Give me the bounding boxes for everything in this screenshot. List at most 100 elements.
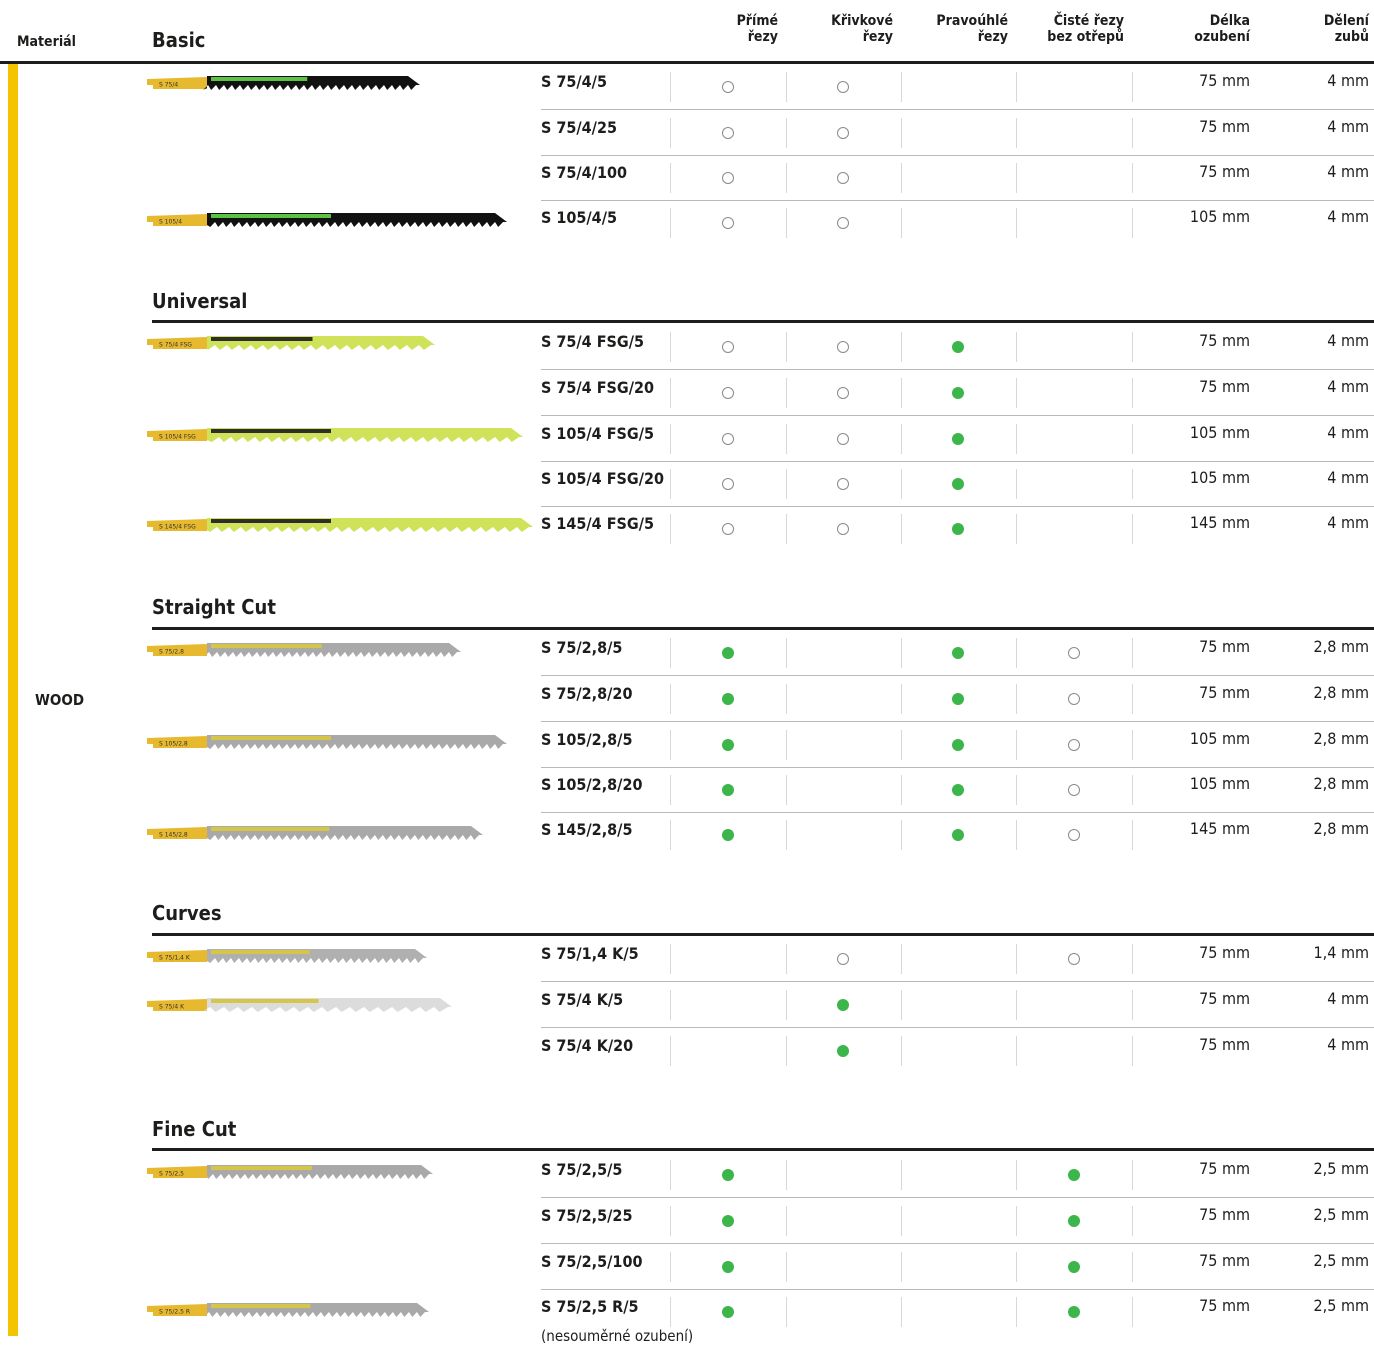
tooth-length-value: 75 mm <box>1199 637 1250 656</box>
column-divider <box>901 820 902 850</box>
row-separator <box>541 812 1374 813</box>
column-divider <box>670 684 671 714</box>
column-divider <box>901 208 902 238</box>
blade-code: S 75/4 FSG/5 <box>541 332 644 351</box>
blade-code: S 75/4 K/20 <box>541 1036 634 1055</box>
tooth-length-value: 75 mm <box>1199 1159 1250 1178</box>
column-divider <box>670 1252 671 1282</box>
column-divider <box>1132 1206 1133 1236</box>
group-rule <box>152 1148 1374 1151</box>
optional-circle-icon <box>722 523 734 535</box>
column-header-straight-cuts: Přímé řezy <box>737 13 778 45</box>
tooth-length-value: 105 mm <box>1189 207 1250 226</box>
column-divider <box>1132 1036 1133 1066</box>
tooth-pitch-value: 1,4 mm <box>1313 943 1370 962</box>
column-divider <box>1016 1206 1017 1236</box>
recommended-dot-icon <box>837 999 849 1011</box>
tooth-length-value: 105 mm <box>1189 729 1250 748</box>
column-divider <box>670 944 671 974</box>
row-separator <box>541 1197 1374 1198</box>
column-divider <box>1016 1252 1017 1282</box>
tooth-pitch-value: 2,8 mm <box>1313 637 1370 656</box>
column-divider <box>1016 118 1017 148</box>
column-divider <box>786 775 787 805</box>
column-divider <box>901 775 902 805</box>
header-line: Čisté řezy <box>1053 13 1124 29</box>
column-divider <box>1016 163 1017 193</box>
blade-code: S 75/4/100 <box>541 163 627 182</box>
tooth-pitch-value: 2,8 mm <box>1313 819 1370 838</box>
column-divider <box>901 424 902 454</box>
tooth-length-value: 75 mm <box>1199 1296 1250 1315</box>
column-divider <box>670 730 671 760</box>
column-divider <box>786 72 787 102</box>
column-divider <box>670 424 671 454</box>
blade-shank-label: S 75/4 FSG <box>159 342 192 349</box>
group-title-straight-cut: Straight Cut <box>152 595 276 619</box>
row-separator <box>541 155 1374 156</box>
blade-code: S 75/2,5/100 <box>541 1252 643 1271</box>
blade-shank-label: S 75/2,5 <box>159 1171 184 1178</box>
row-separator <box>541 200 1374 201</box>
header-line: Přímé <box>736 13 778 29</box>
recommended-dot-icon <box>952 523 964 535</box>
column-divider <box>786 1206 787 1236</box>
column-divider <box>786 1036 787 1066</box>
optional-circle-icon <box>837 953 849 965</box>
column-divider <box>901 163 902 193</box>
optional-circle-icon <box>837 81 849 93</box>
group-rule <box>152 320 1374 323</box>
tooth-pitch-value: 2,8 mm <box>1313 729 1370 748</box>
blade-code: S 75/2,8/20 <box>541 684 633 703</box>
column-divider <box>901 118 902 148</box>
column-divider <box>901 1160 902 1190</box>
recommended-dot-icon <box>722 1215 734 1227</box>
column-divider <box>901 638 902 668</box>
column-divider <box>1132 730 1133 760</box>
header-line: řezy <box>862 29 893 45</box>
column-divider <box>1016 469 1017 499</box>
column-divider <box>1132 775 1133 805</box>
tooth-pitch-value: 4 mm <box>1327 989 1369 1008</box>
column-divider <box>901 378 902 408</box>
saw-blade-image: S 105/4 <box>145 210 511 232</box>
optional-circle-icon <box>722 172 734 184</box>
row-separator <box>541 1243 1374 1244</box>
saw-blade-image: S 75/2,8 <box>145 640 465 662</box>
optional-circle-icon <box>1068 693 1080 705</box>
blade-shank-label: S 75/4 K <box>159 1004 185 1011</box>
column-divider <box>1016 72 1017 102</box>
tooth-pitch-value: 4 mm <box>1327 162 1369 181</box>
header-line: ozubení <box>1194 29 1250 45</box>
tooth-pitch-value: 4 mm <box>1327 117 1369 136</box>
column-divider <box>901 469 902 499</box>
blade-code: S 105/2,8/5 <box>541 730 633 749</box>
optional-circle-icon <box>722 478 734 490</box>
optional-circle-icon <box>1068 953 1080 965</box>
optional-circle-icon <box>722 217 734 229</box>
blade-code: S 75/4/25 <box>541 118 617 137</box>
recommended-dot-icon <box>1068 1215 1080 1227</box>
column-divider <box>901 1297 902 1327</box>
column-divider <box>786 684 787 714</box>
saw-blade-image: S 105/4 FSG <box>145 425 527 447</box>
row-separator <box>541 369 1374 370</box>
blade-code: S 105/2,8/20 <box>541 775 643 794</box>
tooth-length-value: 75 mm <box>1199 1035 1250 1054</box>
column-divider <box>1132 1252 1133 1282</box>
tooth-length-value: 75 mm <box>1199 71 1250 90</box>
optional-circle-icon <box>1068 784 1080 796</box>
optional-circle-icon <box>837 127 849 139</box>
optional-circle-icon <box>837 433 849 445</box>
column-divider <box>1132 1297 1133 1327</box>
tooth-pitch-value: 4 mm <box>1327 513 1369 532</box>
column-divider <box>670 72 671 102</box>
recommended-dot-icon <box>722 739 734 751</box>
column-divider <box>670 1206 671 1236</box>
column-divider <box>786 944 787 974</box>
header-line: řezy <box>977 29 1008 45</box>
blade-shank-label: S 75/2,5 R <box>159 1309 190 1316</box>
column-divider <box>901 1206 902 1236</box>
column-divider <box>1132 469 1133 499</box>
optional-circle-icon <box>837 217 849 229</box>
